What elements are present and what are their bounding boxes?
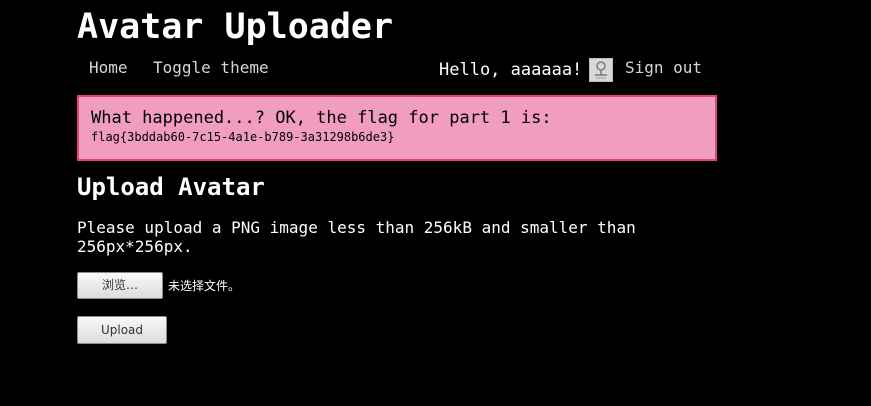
nav-home-link[interactable]: Home xyxy=(89,58,128,78)
upload-button[interactable]: Upload xyxy=(77,316,167,344)
flash-message-box: What happened...? OK, the flag for part … xyxy=(77,95,717,161)
site-title: Avatar Uploader xyxy=(77,7,394,47)
flash-message-text: What happened...? OK, the flag for part … xyxy=(91,108,552,128)
upload-avatar-heading: Upload Avatar xyxy=(77,173,265,201)
upload-instructions: Please upload a PNG image less than 256k… xyxy=(77,218,636,256)
user-greeting: Hello, aaaaaa! xyxy=(439,60,583,80)
navigation-bar: Home Toggle theme Hello, aaaaaa! Sign ou… xyxy=(77,56,717,82)
sign-out-link[interactable]: Sign out xyxy=(625,58,702,78)
flag-text: flag{3bddab60-7c15-4a1e-b789-3a31298b6de… xyxy=(91,130,395,144)
nav-toggle-theme-link[interactable]: Toggle theme xyxy=(153,58,269,78)
browse-file-button[interactable]: 浏览… xyxy=(77,272,163,299)
default-avatar-icon xyxy=(590,59,612,81)
user-avatar-icon xyxy=(589,58,613,82)
file-selection-status: 未选择文件。 xyxy=(168,279,241,293)
